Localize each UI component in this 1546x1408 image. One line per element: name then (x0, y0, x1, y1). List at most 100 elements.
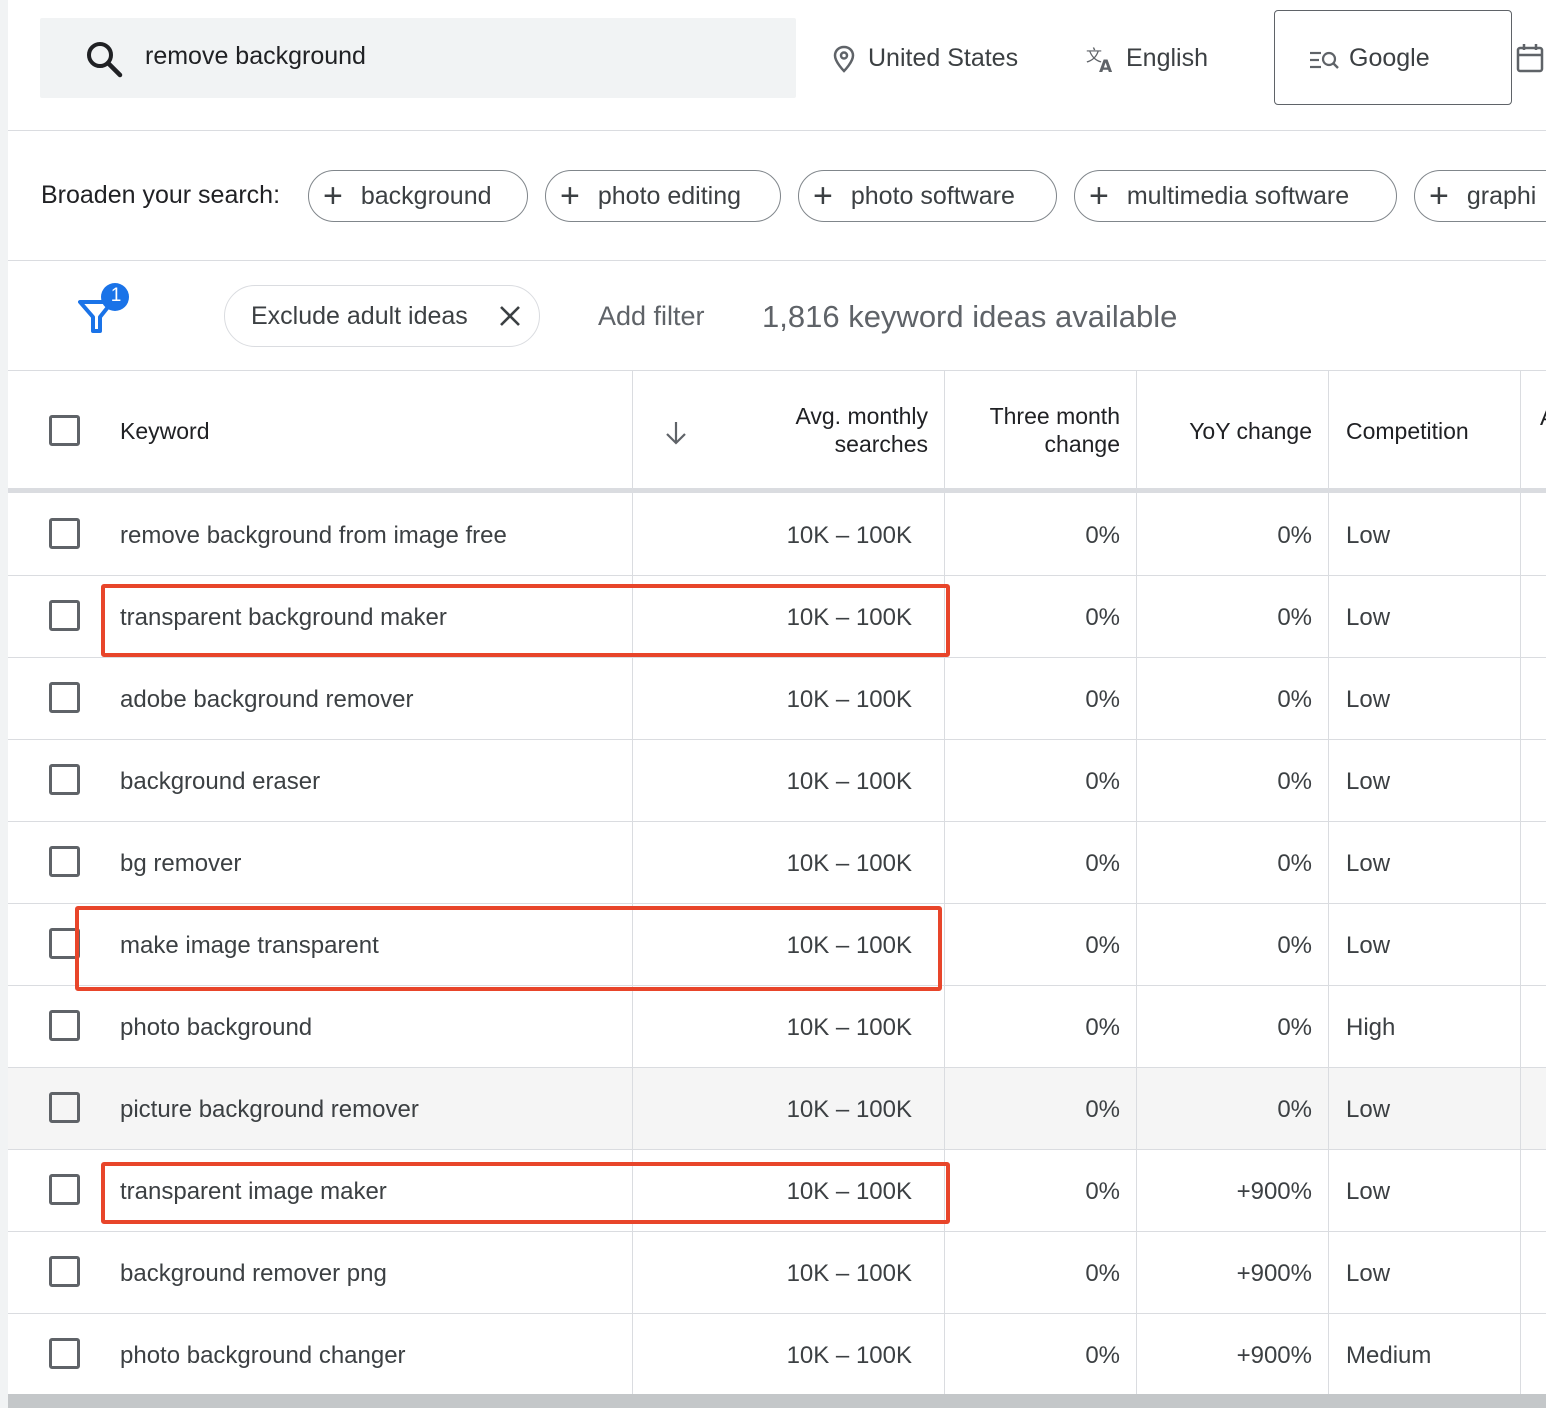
table-row[interactable]: picture background remover 10K – 100K 0% 0%… (8, 1068, 1546, 1150)
filter-button[interactable]: 1 (78, 282, 136, 334)
column-header-three-month-change[interactable]: Three month change (948, 402, 1120, 458)
location-selector[interactable]: United States (832, 44, 1018, 73)
exclude-adult-ideas-chip[interactable]: Exclude adult ideas (224, 285, 540, 347)
row-checkbox[interactable] (49, 1338, 80, 1369)
highlight-box (75, 906, 942, 991)
column-header-competition[interactable]: Competition (1346, 417, 1469, 445)
competition-cell: Low (1346, 686, 1391, 713)
row-checkbox[interactable] (49, 1174, 80, 1205)
three-month-change-cell: 0% (1085, 604, 1120, 631)
header-divider (8, 488, 1546, 493)
language-label: English (1126, 44, 1208, 72)
plus-icon: + (1089, 177, 1109, 215)
plus-icon: + (323, 177, 343, 215)
three-month-change-cell: 0% (1085, 1096, 1120, 1123)
broaden-chip-photo-editing[interactable]: + photo editing (545, 170, 781, 222)
add-filter-button[interactable]: Add filter (598, 301, 705, 332)
row-checkbox[interactable] (49, 1092, 80, 1123)
highlight-box (101, 584, 950, 657)
location-label: United States (868, 44, 1019, 72)
language-selector[interactable]: 文 A English (1086, 44, 1208, 73)
plus-icon: + (1429, 177, 1449, 215)
keyword-cell: photo background changer (120, 1342, 406, 1369)
keyword-cell: picture background remover (120, 1096, 419, 1123)
avg-monthly-searches-cell: 10K – 100K (786, 1342, 912, 1369)
location-pin-icon (833, 45, 855, 73)
header-line: change (1044, 431, 1120, 457)
yoy-change-cell: +900% (1236, 1178, 1312, 1205)
row-checkbox[interactable] (49, 1010, 80, 1041)
yoy-change-cell: 0% (1277, 850, 1312, 877)
chip-label: multimedia software (1126, 181, 1350, 210)
yoy-change-cell: 0% (1277, 1096, 1312, 1123)
table-header-row: Keyword Avg. monthly searches Three mont… (8, 370, 1546, 490)
chip-label: photo editing (597, 181, 742, 210)
exclude-chip-label: Exclude adult ideas (251, 301, 468, 330)
competition-cell: Low (1346, 850, 1391, 877)
column-divider (1136, 370, 1137, 1394)
broaden-chip-photo-software[interactable]: + photo software (798, 170, 1057, 222)
yoy-change-cell: +900% (1236, 1342, 1312, 1369)
three-month-change-cell: 0% (1085, 1342, 1120, 1369)
row-checkbox[interactable] (49, 518, 80, 549)
avg-monthly-searches-cell: 10K – 100K (786, 686, 912, 713)
chip-label: photo software (850, 181, 1015, 210)
chip-label: background (360, 181, 492, 210)
column-header-next[interactable]: A (1540, 403, 1546, 431)
yoy-change-cell: 0% (1277, 932, 1312, 959)
avg-monthly-searches-cell: 10K – 100K (786, 1260, 912, 1287)
broaden-chip-graphics[interactable]: + graphi (1414, 170, 1546, 222)
divider (8, 130, 1546, 131)
select-all-checkbox[interactable] (49, 415, 80, 446)
table-row[interactable]: background remover png 10K – 100K 0% +900% L… (8, 1232, 1546, 1314)
avg-monthly-searches-cell: 10K – 100K (786, 768, 912, 795)
yoy-change-cell: 0% (1277, 686, 1312, 713)
broaden-chip-multimedia-software[interactable]: + multimedia software (1074, 170, 1397, 222)
competition-cell: Low (1346, 604, 1391, 631)
table-row[interactable]: bg remover 10K – 100K 0% 0% Low (8, 822, 1546, 904)
three-month-change-cell: 0% (1085, 932, 1120, 959)
table-row[interactable]: photo background 10K – 100K 0% 0% High (8, 986, 1546, 1068)
row-checkbox[interactable] (49, 1256, 80, 1287)
row-checkbox[interactable] (49, 846, 80, 877)
three-month-change-cell: 0% (1085, 1178, 1120, 1205)
divider (8, 260, 1546, 261)
keyword-cell: adobe background remover (120, 686, 414, 713)
three-month-change-cell: 0% (1085, 686, 1120, 713)
yoy-change-cell: 0% (1277, 1014, 1312, 1041)
keyword-cell: photo background (120, 1014, 313, 1041)
row-checkbox[interactable] (49, 764, 80, 795)
column-divider (944, 370, 945, 1394)
row-checkbox[interactable] (49, 600, 80, 631)
broaden-chip-background[interactable]: + background (308, 170, 528, 222)
search-query-text[interactable]: remove background (145, 42, 366, 71)
yoy-change-cell: 0% (1277, 522, 1312, 549)
competition-cell: Medium (1346, 1342, 1432, 1369)
table-row[interactable]: background eraser 10K – 100K 0% 0% Low (8, 740, 1546, 822)
broaden-label: Broaden your search: (41, 181, 281, 209)
keyword-ideas-count: 1,816 keyword ideas available (762, 299, 1178, 334)
filter-count-badge: 1 (110, 285, 122, 306)
calendar-icon[interactable] (1516, 43, 1546, 73)
svg-text:A: A (1099, 57, 1113, 73)
keyword-search-field[interactable]: remove background (40, 18, 796, 98)
sort-descending-icon[interactable] (664, 419, 688, 447)
search-network-button[interactable]: Google (1274, 10, 1512, 105)
table-row[interactable]: adobe background remover 10K – 100K 0% 0% Lo… (8, 658, 1546, 740)
column-header-yoy-change[interactable]: YoY change (1142, 417, 1312, 445)
column-divider (1520, 370, 1521, 1394)
close-icon[interactable] (499, 305, 521, 327)
search-icon (87, 42, 123, 78)
table-row[interactable]: photo background changer 10K – 100K 0% +900… (8, 1314, 1546, 1396)
competition-cell: Low (1346, 522, 1391, 549)
yoy-change-cell: 0% (1277, 604, 1312, 631)
horizontal-scrollbar[interactable] (8, 1394, 1546, 1408)
column-divider (1328, 370, 1329, 1394)
competition-cell: High (1346, 1014, 1396, 1041)
row-checkbox[interactable] (49, 682, 80, 713)
column-header-keyword[interactable]: Keyword (120, 417, 209, 445)
table-row[interactable]: remove background from image free 10K – 1… (8, 494, 1546, 576)
column-header-avg-monthly-searches[interactable]: Avg. monthly searches (728, 402, 928, 458)
three-month-change-cell: 0% (1085, 1014, 1120, 1041)
competition-cell: Low (1346, 1178, 1391, 1205)
